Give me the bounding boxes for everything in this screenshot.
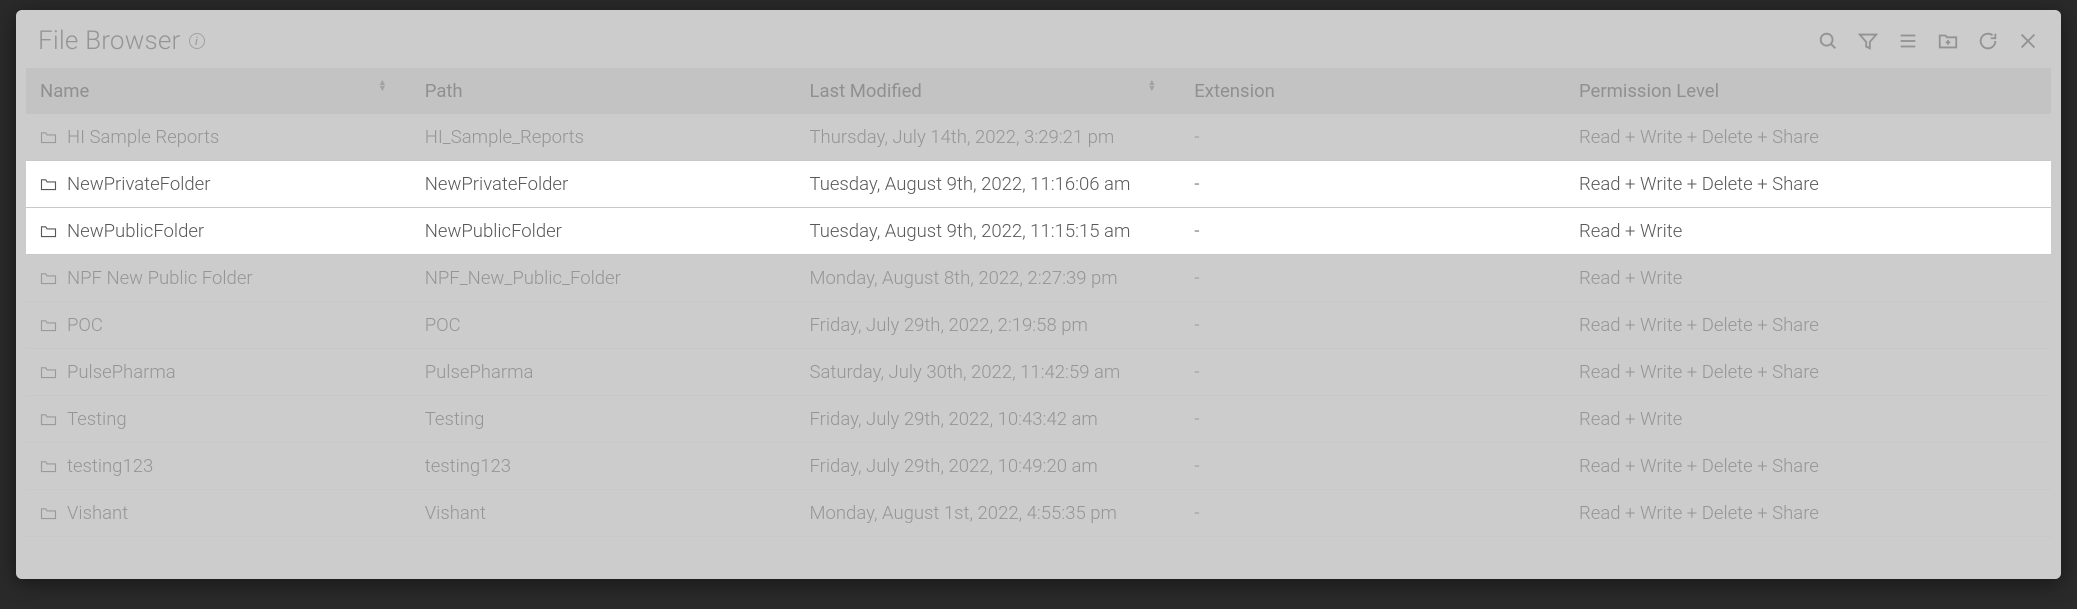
cell-permission: Read + Write + Delete + Share	[1565, 490, 2051, 537]
row-name: NewPrivateFolder	[67, 173, 210, 195]
row-name: HI Sample Reports	[67, 126, 219, 148]
cell-modified: Friday, July 29th, 2022, 10:43:42 am	[796, 396, 1181, 443]
table-scroll[interactable]: Name ▲▼ Path Last Modified ▲▼	[26, 68, 2051, 565]
cell-extension: -	[1180, 349, 1565, 396]
cell-modified: Monday, August 8th, 2022, 2:27:39 pm	[796, 255, 1181, 302]
col-modified[interactable]: Last Modified ▲▼	[796, 68, 1181, 114]
col-permission[interactable]: Permission Level	[1565, 68, 2051, 114]
refresh-icon[interactable]	[1977, 30, 1999, 52]
cell-extension: -	[1180, 161, 1565, 208]
new-folder-icon[interactable]	[1937, 30, 1959, 52]
cell-name[interactable]: Vishant	[26, 490, 411, 537]
cell-extension: -	[1180, 443, 1565, 490]
cell-path: POC	[411, 302, 796, 349]
sort-icon[interactable]: ▲▼	[1147, 80, 1156, 92]
cell-name[interactable]: Testing	[26, 396, 411, 443]
col-modified-label: Last Modified	[810, 80, 922, 102]
row-name: NewPublicFolder	[67, 220, 204, 242]
list-icon[interactable]	[1897, 30, 1919, 52]
cell-modified: Monday, August 1st, 2022, 4:55:35 pm	[796, 490, 1181, 537]
folder-icon	[40, 318, 57, 332]
page-title: File Browser	[38, 26, 181, 56]
cell-modified: Friday, July 29th, 2022, 2:19:58 pm	[796, 302, 1181, 349]
cell-permission: Read + Write + Delete + Share	[1565, 302, 2051, 349]
cell-permission: Read + Write + Delete + Share	[1565, 349, 2051, 396]
cell-permission: Read + Write + Delete + Share	[1565, 443, 2051, 490]
folder-icon	[40, 130, 57, 144]
cell-modified: Friday, July 29th, 2022, 10:49:20 am	[796, 443, 1181, 490]
table-row[interactable]: TestingTestingFriday, July 29th, 2022, 1…	[26, 396, 2051, 443]
table-row[interactable]: NewPublicFolderNewPublicFolderTuesday, A…	[26, 208, 2051, 255]
toolbar	[1817, 30, 2039, 52]
cell-modified: Thursday, July 14th, 2022, 3:29:21 pm	[796, 114, 1181, 161]
row-name: Vishant	[67, 502, 128, 524]
folder-icon	[40, 224, 57, 238]
folder-icon	[40, 271, 57, 285]
cell-path: testing123	[411, 443, 796, 490]
cell-name[interactable]: HI Sample Reports	[26, 114, 411, 161]
titlebar: File Browser i	[16, 10, 2061, 68]
cell-modified: Tuesday, August 9th, 2022, 11:15:15 am	[796, 208, 1181, 255]
col-path[interactable]: Path	[411, 68, 796, 114]
cell-permission: Read + Write	[1565, 255, 2051, 302]
cell-path: NewPublicFolder	[411, 208, 796, 255]
cell-path: HI_Sample_Reports	[411, 114, 796, 161]
row-name: Testing	[67, 408, 127, 430]
cell-name[interactable]: testing123	[26, 443, 411, 490]
cell-permission: Read + Write + Delete + Share	[1565, 161, 2051, 208]
cell-name[interactable]: NewPublicFolder	[26, 208, 411, 255]
col-extension-label: Extension	[1194, 80, 1275, 102]
cell-name[interactable]: NewPrivateFolder	[26, 161, 411, 208]
cell-extension: -	[1180, 302, 1565, 349]
info-icon[interactable]: i	[189, 33, 205, 49]
cell-path: NPF_New_Public_Folder	[411, 255, 796, 302]
row-name: testing123	[67, 455, 153, 477]
close-icon[interactable]	[2017, 30, 2039, 52]
cell-path: NewPrivateFolder	[411, 161, 796, 208]
cell-name[interactable]: PulsePharma	[26, 349, 411, 396]
table-row[interactable]: NewPrivateFolderNewPrivateFolderTuesday,…	[26, 161, 2051, 208]
cell-modified: Saturday, July 30th, 2022, 11:42:59 am	[796, 349, 1181, 396]
table-row[interactable]: VishantVishantMonday, August 1st, 2022, …	[26, 490, 2051, 537]
cell-extension: -	[1180, 255, 1565, 302]
col-name-label: Name	[40, 80, 89, 102]
cell-extension: -	[1180, 114, 1565, 161]
file-table: Name ▲▼ Path Last Modified ▲▼	[26, 68, 2051, 537]
cell-name[interactable]: NPF New Public Folder	[26, 255, 411, 302]
col-extension[interactable]: Extension	[1180, 68, 1565, 114]
table-row[interactable]: PulsePharmaPulsePharmaSaturday, July 30t…	[26, 349, 2051, 396]
cell-extension: -	[1180, 208, 1565, 255]
table-row[interactable]: HI Sample Reports HI_Sample_ReportsThursd…	[26, 114, 2051, 161]
cell-permission: Read + Write	[1565, 396, 2051, 443]
sort-icon[interactable]: ▲▼	[378, 80, 387, 92]
cell-permission: Read + Write + Delete + Share	[1565, 114, 2051, 161]
col-path-label: Path	[425, 80, 463, 102]
row-name: POC	[67, 314, 103, 336]
folder-icon	[40, 412, 57, 426]
cell-path: Vishant	[411, 490, 796, 537]
cell-extension: -	[1180, 490, 1565, 537]
search-icon[interactable]	[1817, 30, 1839, 52]
folder-icon	[40, 506, 57, 520]
folder-icon	[40, 177, 57, 191]
cell-extension: -	[1180, 396, 1565, 443]
cell-path: Testing	[411, 396, 796, 443]
folder-icon	[40, 365, 57, 379]
cell-name[interactable]: POC	[26, 302, 411, 349]
folder-icon	[40, 459, 57, 473]
col-name[interactable]: Name ▲▼	[26, 68, 411, 114]
row-name: PulsePharma	[67, 361, 176, 383]
row-name: NPF New Public Folder	[67, 267, 253, 289]
col-permission-label: Permission Level	[1579, 80, 1719, 102]
cell-path: PulsePharma	[411, 349, 796, 396]
filter-icon[interactable]	[1857, 30, 1879, 52]
table-row[interactable]: POCPOCFriday, July 29th, 2022, 2:19:58 p…	[26, 302, 2051, 349]
table-row[interactable]: NPF New Public Folder NPF_New_Public_Fold…	[26, 255, 2051, 302]
cell-modified: Tuesday, August 9th, 2022, 11:16:06 am	[796, 161, 1181, 208]
cell-permission: Read + Write	[1565, 208, 2051, 255]
table-header-row: Name ▲▼ Path Last Modified ▲▼	[26, 68, 2051, 114]
table-row[interactable]: testing123testing123Friday, July 29th, 2…	[26, 443, 2051, 490]
